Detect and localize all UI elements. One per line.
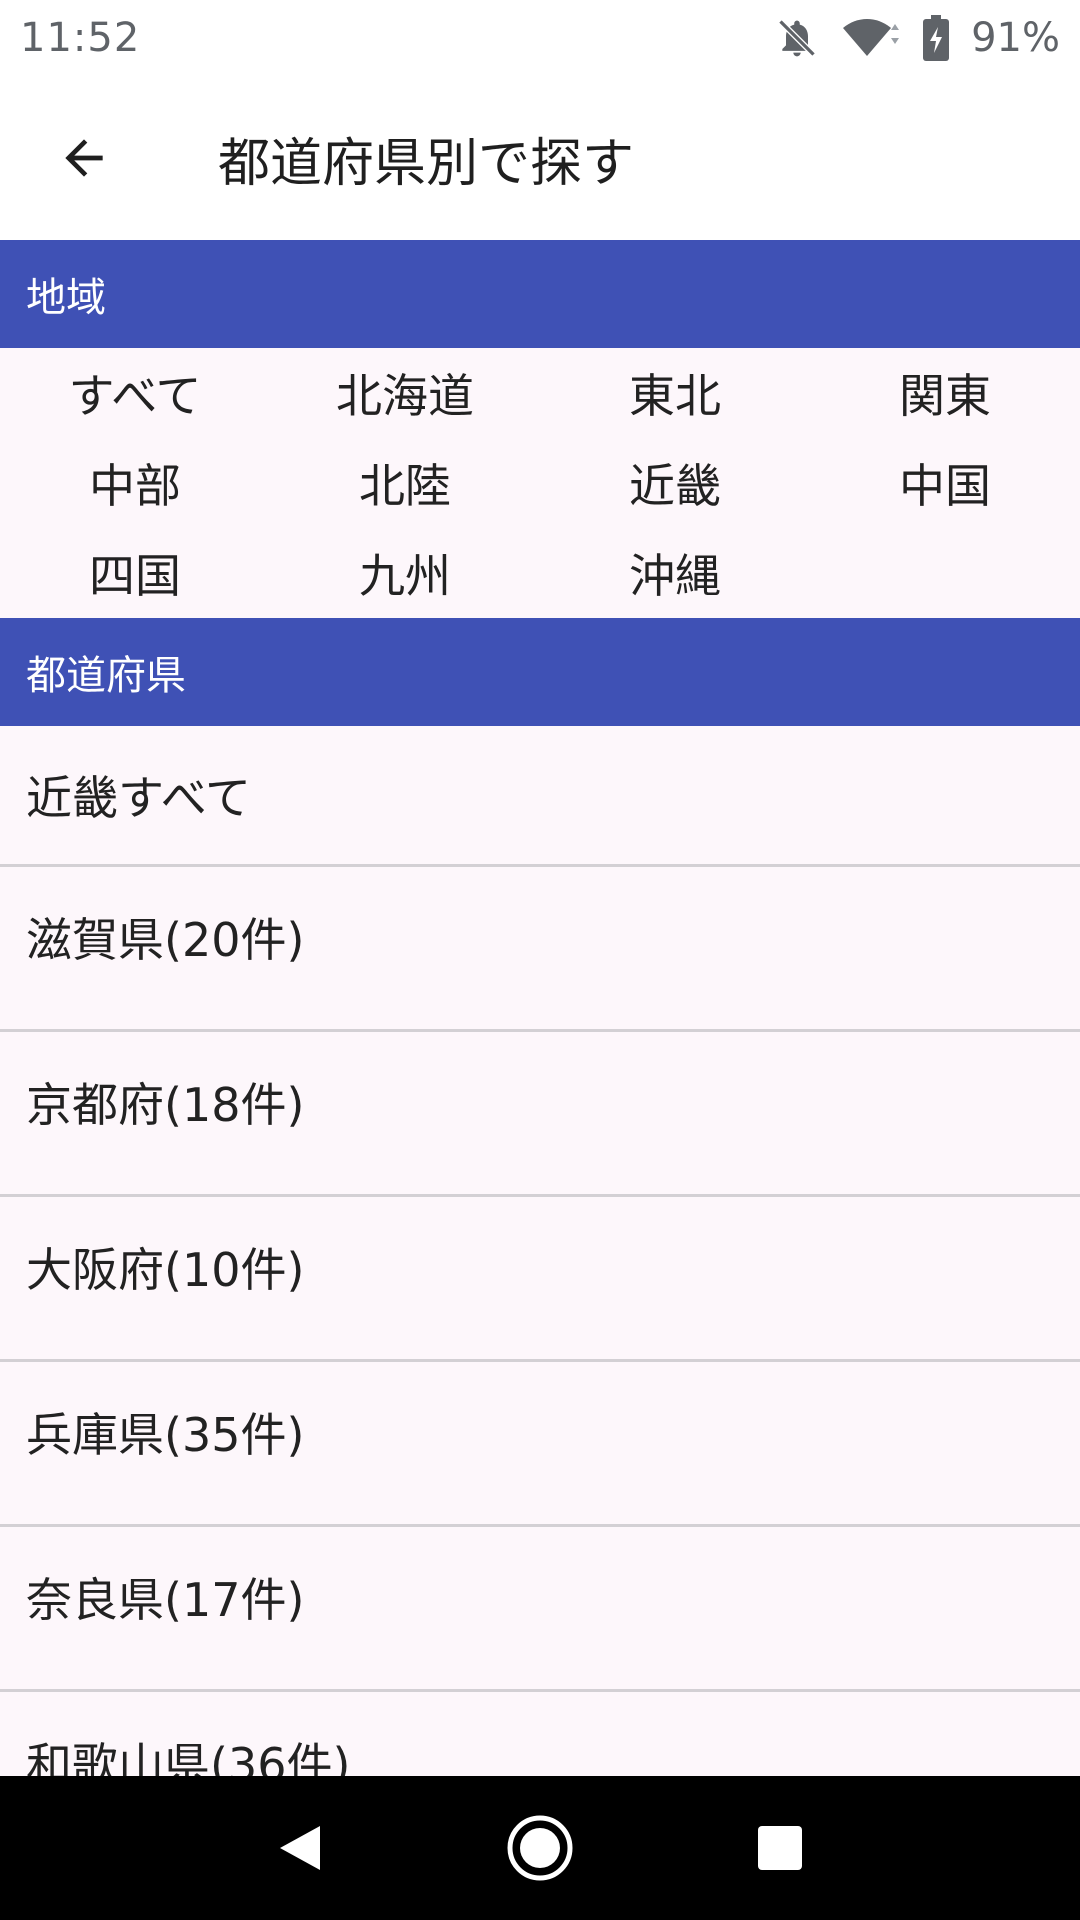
region-item-okinawa[interactable]: 沖縄	[540, 528, 810, 618]
app-bar: 都道府県別で探す	[0, 76, 1080, 240]
region-item-kyushu[interactable]: 九州	[270, 528, 540, 618]
region-grid: すべて 北海道 東北 関東 中部 北陸 近畿 中国 四国 九州 沖縄	[0, 348, 1080, 618]
region-item-kinki[interactable]: 近畿	[540, 438, 810, 528]
nav-back-icon	[280, 1826, 320, 1870]
prefecture-item-nara[interactable]: 奈良県(17件)	[0, 1527, 1080, 1692]
region-section-header: 地域	[0, 240, 1080, 348]
region-item-tohoku[interactable]: 東北	[540, 348, 810, 438]
region-item-kanto[interactable]: 関東	[810, 348, 1080, 438]
region-item-chubu[interactable]: 中部	[0, 438, 270, 528]
prefecture-item-wakayama[interactable]: 和歌山県(36件)	[0, 1692, 1080, 1776]
nav-home-icon	[507, 1815, 573, 1881]
back-button[interactable]	[24, 98, 144, 218]
prefecture-item-osaka[interactable]: 大阪府(10件)	[0, 1197, 1080, 1362]
prefecture-list: 近畿すべて 滋賀県(20件) 京都府(18件) 大阪府(10件) 兵庫県(35件…	[0, 726, 1080, 1776]
notifications-off-icon	[775, 16, 819, 60]
battery-charging-icon	[923, 15, 950, 61]
region-item-all[interactable]: すべて	[0, 348, 270, 438]
prefecture-item-hyogo[interactable]: 兵庫県(35件)	[0, 1362, 1080, 1527]
battery-percentage: 91%	[971, 15, 1060, 61]
prefecture-section-header: 都道府県	[0, 618, 1080, 726]
nav-recents-button[interactable]	[735, 1803, 825, 1893]
page-title: 都道府県別で探す	[218, 133, 635, 194]
status-time: 11:52	[20, 15, 141, 61]
screen: 11:52 91% 都道府県別で探す 地域 すべて 北海道 東北 関東 中部 北…	[0, 0, 1080, 1920]
nav-back-button[interactable]	[255, 1803, 345, 1893]
region-item-shikoku[interactable]: 四国	[0, 528, 270, 618]
region-item-hokkaido[interactable]: 北海道	[270, 348, 540, 438]
status-bar: 11:52 91%	[0, 0, 1080, 76]
prefecture-item-kinki-all[interactable]: 近畿すべて	[0, 726, 1080, 867]
prefecture-item-kyoto[interactable]: 京都府(18件)	[0, 1032, 1080, 1197]
status-icons: 91%	[775, 15, 1060, 61]
prefecture-item-shiga[interactable]: 滋賀県(20件)	[0, 867, 1080, 1032]
nav-recents-icon	[758, 1826, 802, 1870]
system-navigation-bar	[0, 1776, 1080, 1920]
wifi-icon	[841, 16, 901, 60]
region-item-chugoku[interactable]: 中国	[810, 438, 1080, 528]
region-item-hokuriku[interactable]: 北陸	[270, 438, 540, 528]
nav-home-button[interactable]	[495, 1803, 585, 1893]
arrow-back-icon	[65, 139, 103, 177]
